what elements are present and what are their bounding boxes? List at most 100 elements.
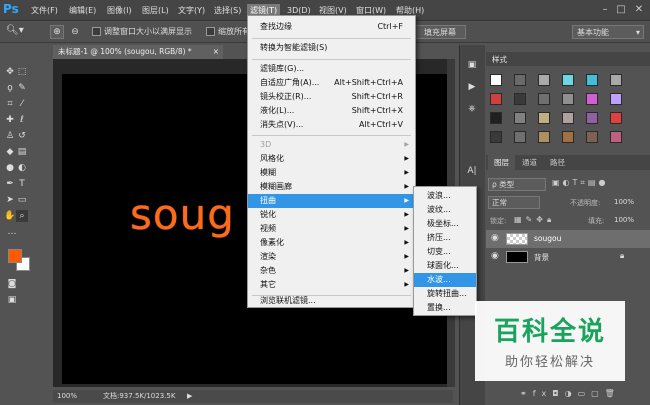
actions-panel-icon[interactable]: ▶ — [466, 81, 478, 93]
blur-tool-icon[interactable]: ● — [4, 162, 16, 174]
menu-image[interactable]: 图像(I) — [104, 4, 135, 18]
style-swatch[interactable] — [586, 131, 598, 143]
submenu-item-pinch[interactable]: 挤压... — [414, 231, 476, 245]
layer-name[interactable]: sougou — [534, 234, 561, 243]
submenu-item-spherize[interactable]: 球面化... — [414, 259, 476, 273]
styles-tab[interactable]: 样式 — [492, 54, 507, 65]
style-swatch[interactable] — [562, 131, 574, 143]
style-swatch[interactable] — [514, 74, 526, 86]
screen-mode-icon[interactable]: ▣ — [6, 294, 18, 306]
pen-tool-icon[interactable]: ✒ — [4, 178, 16, 190]
style-swatch[interactable] — [538, 93, 550, 105]
history-panel-icon[interactable]: ▣ — [466, 59, 478, 71]
visibility-eye-icon[interactable]: ◉ — [491, 233, 499, 243]
style-swatch[interactable] — [514, 112, 526, 124]
style-swatch[interactable] — [538, 74, 550, 86]
style-swatch[interactable] — [538, 131, 550, 143]
zoom-all-checkbox[interactable] — [206, 27, 215, 36]
menu-item-convert-smart-filter[interactable]: 转换为智能滤镜(S) — [248, 41, 415, 55]
character-panel-icon[interactable]: A| — [466, 165, 478, 177]
menu-item-lens-correction[interactable]: 镜头校正(R)... Shift+Ctrl+R — [248, 90, 415, 104]
submenu-item-ripple[interactable]: 波纹... — [414, 203, 476, 217]
menu-item-stylize[interactable]: 风格化 ▶ — [248, 152, 415, 166]
menu-item-blur-gallery[interactable]: 模糊画廊 ▶ — [248, 180, 415, 194]
style-swatch[interactable] — [514, 93, 526, 105]
zoom-in-icon[interactable]: ⊕ — [50, 25, 64, 39]
foreground-color-swatch[interactable] — [8, 249, 22, 263]
history-brush-tool-icon[interactable]: ↺ — [16, 130, 28, 142]
menu-edit[interactable]: 编辑(E) — [66, 4, 99, 18]
zoom-tool-icon[interactable]: ⌕ — [16, 210, 28, 222]
layer-row-sougou[interactable]: ◉ sougou — [486, 230, 650, 248]
menu-item-video[interactable]: 视频 ▶ — [248, 222, 415, 236]
maximize-button[interactable]: □ — [614, 3, 628, 17]
menu-item-find-edges[interactable]: 查找边缘 Ctrl+F — [248, 20, 415, 34]
dodge-tool-icon[interactable]: ◐ — [16, 162, 28, 174]
marquee-tool-icon[interactable]: ⬚ — [16, 66, 28, 78]
layer-filter-icons[interactable]: ▣◐T⌗▤● — [552, 178, 646, 191]
menu-select[interactable]: 选择(S) — [211, 4, 244, 18]
menu-item-pixelate[interactable]: 像素化 ▶ — [248, 236, 415, 250]
menu-layer[interactable]: 图层(L) — [139, 4, 172, 18]
crop-tool-icon[interactable]: ⌗ — [4, 98, 16, 110]
menu-item-browse-online[interactable]: 浏览联机滤镜... — [248, 294, 415, 308]
workspace-select[interactable]: 基本功能 ▾ — [572, 25, 644, 39]
menu-item-liquify[interactable]: 液化(L)... Shift+Ctrl+X — [248, 104, 415, 118]
document-tab[interactable]: 未标题-1 @ 100% (sougou, RGB/8) * × — [53, 45, 223, 59]
menu-item-distort[interactable]: 扭曲 ▶ — [248, 194, 415, 208]
close-tab-icon[interactable]: × — [213, 45, 219, 59]
menu-item-sharpen[interactable]: 锐化 ▶ — [248, 208, 415, 222]
submenu-item-twirl[interactable]: 旋转扭曲... — [414, 287, 476, 301]
quick-select-tool-icon[interactable]: ✎ — [16, 82, 28, 94]
quick-mask-icon[interactable]: ◙ — [6, 278, 18, 290]
style-swatch[interactable] — [586, 93, 598, 105]
menu-item-render[interactable]: 渲染 ▶ — [248, 250, 415, 264]
tab-paths[interactable]: 路径 — [544, 155, 571, 170]
layers-footer-icons[interactable]: ⚭fx◘◑▭▢🗑︎ — [520, 389, 648, 401]
lock-icons[interactable]: ▦✎✥🔒︎ — [514, 215, 555, 225]
lasso-tool-icon[interactable]: ϙ — [4, 82, 16, 94]
menu-file[interactable]: 文件(F) — [28, 4, 61, 18]
style-swatch[interactable] — [610, 74, 622, 86]
style-swatch[interactable] — [490, 112, 502, 124]
close-button[interactable]: ✕ — [632, 3, 646, 17]
style-swatch[interactable] — [586, 74, 598, 86]
submenu-item-shear[interactable]: 切变... — [414, 245, 476, 259]
minimize-button[interactable]: – — [598, 3, 612, 17]
eraser-tool-icon[interactable]: ◆ — [4, 146, 16, 158]
submenu-item-wave[interactable]: 波浪... — [414, 189, 476, 203]
menu-item-adaptive-wide-angle[interactable]: 自适应广角(A)... Alt+Shift+Ctrl+A — [248, 76, 415, 90]
menu-type[interactable]: 文字(Y) — [175, 4, 208, 18]
hand-tool-icon[interactable]: ✋ — [4, 210, 16, 222]
visibility-eye-icon[interactable]: ◉ — [491, 251, 499, 261]
style-swatch[interactable] — [562, 93, 574, 105]
opacity-value[interactable]: 100% — [614, 198, 634, 206]
layer-name[interactable]: 背景 — [534, 252, 549, 263]
menu-item-vanishing-point[interactable]: 消失点(V)... Alt+Ctrl+V — [248, 118, 415, 132]
fill-screen-button[interactable]: 填充屏幕 — [414, 25, 466, 39]
zoom-level[interactable]: 100% — [57, 390, 77, 403]
style-swatch[interactable] — [490, 74, 502, 86]
style-swatch[interactable] — [538, 112, 550, 124]
fill-value[interactable]: 100% — [614, 216, 634, 224]
stamp-tool-icon[interactable]: ♙ — [4, 130, 16, 142]
layer-filter-select[interactable]: ρ 类型 — [488, 178, 546, 191]
style-swatch[interactable] — [610, 112, 622, 124]
style-swatch[interactable] — [610, 131, 622, 143]
submenu-item-zigzag[interactable]: 水波... — [414, 273, 476, 287]
eyedropper-tool-icon[interactable]: ⁄ — [16, 98, 28, 110]
tab-layers[interactable]: 图层 — [488, 155, 515, 170]
style-swatch[interactable] — [490, 131, 502, 143]
menu-item-other[interactable]: 其它 ▶ — [248, 278, 415, 292]
style-swatch[interactable] — [490, 93, 502, 105]
style-swatch[interactable] — [562, 112, 574, 124]
style-swatch[interactable] — [610, 93, 622, 105]
style-swatch[interactable] — [562, 74, 574, 86]
zoom-out-icon[interactable]: ⊖ — [68, 25, 82, 39]
more-tools-icon[interactable]: … — [6, 226, 18, 238]
move-tool-icon[interactable]: ✥ — [4, 66, 16, 78]
adjust-panel-icon[interactable]: ⎈ — [466, 103, 478, 115]
menu-item-blur[interactable]: 模糊 ▶ — [248, 166, 415, 180]
style-swatch[interactable] — [586, 112, 598, 124]
resize-window-option[interactable]: 调整窗口大小以满屏显示 — [92, 25, 192, 39]
